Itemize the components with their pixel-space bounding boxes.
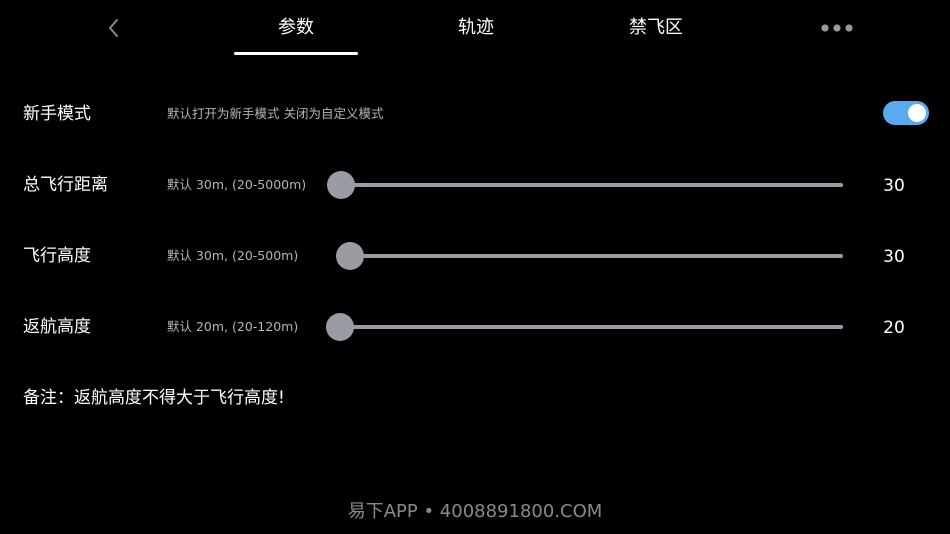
tab-params[interactable]: 参数 xyxy=(234,14,358,44)
more-button[interactable] xyxy=(818,18,856,38)
return-height-value: 20 xyxy=(883,318,905,338)
top-nav-bar: 参数 轨迹 禁飞区 xyxy=(0,0,950,58)
total-distance-label: 总飞行距离 xyxy=(23,175,108,195)
chevron-left-icon xyxy=(109,19,118,37)
toggle-knob xyxy=(908,104,926,122)
return-height-slider[interactable] xyxy=(326,313,843,341)
return-height-description: 默认 20m, (20-120m) xyxy=(167,319,299,334)
setting-row-novice-mode: 新手模式 默认打开为新手模式 关闭为自定义模式 xyxy=(0,94,950,134)
active-tab-indicator xyxy=(234,52,358,55)
slider-track xyxy=(327,183,843,187)
total-distance-value: 30 xyxy=(883,176,905,196)
novice-mode-description: 默认打开为新手模式 关闭为自定义模式 xyxy=(167,106,384,121)
tab-no-fly-zone[interactable]: 禁飞区 xyxy=(594,14,718,44)
slider-thumb[interactable] xyxy=(327,171,355,199)
note-text: 备注：返航高度不得大于飞行高度! xyxy=(23,388,285,408)
return-height-label: 返航高度 xyxy=(23,317,91,337)
back-button[interactable] xyxy=(100,14,128,42)
more-dots-icon xyxy=(821,24,853,32)
tab-track[interactable]: 轨迹 xyxy=(414,14,538,44)
watermark-text: 易下APP • 4008891800.COM xyxy=(347,501,603,522)
slider-thumb[interactable] xyxy=(326,313,354,341)
total-distance-description: 默认 30m, (20-5000m) xyxy=(167,177,307,192)
flight-height-description: 默认 30m, (20-500m) xyxy=(167,248,299,263)
slider-track xyxy=(336,254,843,258)
setting-row-flight-height: 飞行高度 默认 30m, (20-500m) 30 xyxy=(0,236,950,276)
novice-mode-label: 新手模式 xyxy=(23,104,91,124)
total-distance-slider[interactable] xyxy=(327,171,843,199)
novice-mode-toggle[interactable] xyxy=(883,101,929,125)
flight-height-value: 30 xyxy=(883,247,905,267)
slider-thumb[interactable] xyxy=(336,242,364,270)
flight-height-label: 飞行高度 xyxy=(23,246,91,266)
flight-height-slider[interactable] xyxy=(336,242,843,270)
slider-track xyxy=(326,325,843,329)
setting-row-total-distance: 总飞行距离 默认 30m, (20-5000m) 30 xyxy=(0,165,950,205)
setting-row-return-height: 返航高度 默认 20m, (20-120m) 20 xyxy=(0,307,950,347)
